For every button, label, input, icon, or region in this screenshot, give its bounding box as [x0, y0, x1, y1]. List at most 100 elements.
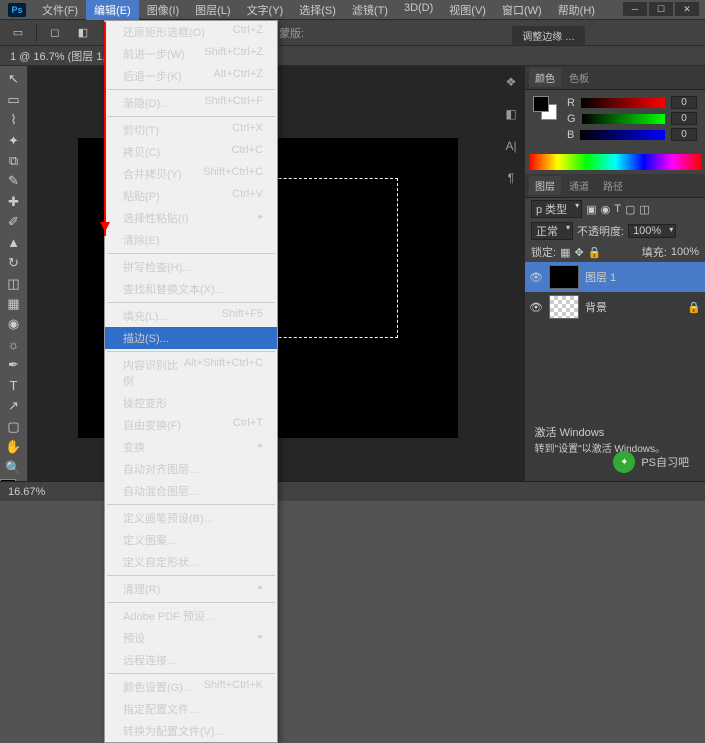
- stamp-tool[interactable]: ▲: [3, 234, 25, 252]
- lasso-tool[interactable]: ⌇: [3, 111, 25, 129]
- selection-add-icon[interactable]: ◧: [73, 23, 93, 43]
- move-tool[interactable]: ↖: [3, 70, 25, 88]
- layer-name[interactable]: 图层 1: [585, 269, 616, 285]
- menu-item[interactable]: 清除(E): [105, 229, 277, 251]
- lock-position-icon[interactable]: ✥: [574, 246, 583, 259]
- wechat-icon: ✦: [613, 451, 635, 473]
- color-tab[interactable]: 颜色: [529, 68, 561, 87]
- menu-图像[interactable]: 图像(I): [139, 0, 187, 20]
- watermark-text: PS自习吧: [641, 454, 689, 470]
- menu-item[interactable]: 指定配置文件...: [105, 698, 277, 720]
- lock-all-icon[interactable]: 🔒: [588, 246, 602, 259]
- activate-windows-title: 激活 Windows: [535, 424, 665, 440]
- gradient-tool[interactable]: ▦: [3, 295, 25, 313]
- menu-item[interactable]: 合并拷贝(Y)Shift+Ctrl+C: [105, 163, 277, 185]
- g-value[interactable]: 0: [671, 112, 697, 125]
- blur-tool[interactable]: ◉: [3, 315, 25, 333]
- r-value[interactable]: 0: [671, 96, 697, 109]
- zoom-level[interactable]: 16.67%: [8, 486, 45, 498]
- menu-item[interactable]: 拷贝(C)Ctrl+C: [105, 141, 277, 163]
- visibility-icon[interactable]: 👁: [529, 271, 543, 284]
- fill-value[interactable]: 100%: [671, 246, 699, 258]
- menu-item[interactable]: 选择性粘贴(I): [105, 207, 277, 229]
- menu-item[interactable]: 前进一步(W)Shift+Ctrl+Z: [105, 43, 277, 65]
- marquee-tool-indicator: ▭: [8, 23, 28, 43]
- hand-tool[interactable]: ✋: [3, 438, 25, 456]
- paragraph-panel-icon[interactable]: ¶: [500, 166, 522, 190]
- eyedropper-tool[interactable]: ✎: [3, 172, 25, 190]
- layer-kind-select[interactable]: p 类型: [531, 200, 582, 218]
- properties-panel-icon[interactable]: ◧: [500, 102, 522, 126]
- wand-tool[interactable]: ✦: [3, 131, 25, 149]
- dodge-tool[interactable]: ☼: [3, 336, 25, 354]
- channels-tab[interactable]: 通道: [563, 176, 595, 195]
- r-slider[interactable]: [581, 98, 665, 108]
- layer-name[interactable]: 背景: [585, 299, 607, 315]
- close-button[interactable]: ✕: [675, 2, 699, 16]
- visibility-icon[interactable]: 👁: [529, 301, 543, 314]
- eraser-tool[interactable]: ◫: [3, 274, 25, 292]
- menu-item[interactable]: 描边(S)...: [105, 327, 277, 349]
- type-tool[interactable]: T: [3, 377, 25, 395]
- menu-item[interactable]: Adobe PDF 预设...: [105, 605, 277, 627]
- blend-mode-layer-select[interactable]: 正常: [531, 222, 573, 240]
- b-label: B: [567, 129, 574, 141]
- menu-item[interactable]: 填充(L)...Shift+F5: [105, 305, 277, 327]
- panel-color-swatches[interactable]: [533, 96, 557, 120]
- menu-item[interactable]: 剪切(T)Ctrl+X: [105, 119, 277, 141]
- menu-编辑[interactable]: 编辑(E): [86, 0, 139, 20]
- zoom-tool[interactable]: 🔍: [3, 458, 25, 476]
- opacity-value[interactable]: 100%: [628, 224, 676, 238]
- layer-row[interactable]: 👁 图层 1: [525, 262, 705, 292]
- menu-item[interactable]: 还原矩形选框(O)Ctrl+Z: [105, 21, 277, 43]
- menu-3D[interactable]: 3D(D): [396, 0, 441, 20]
- menu-文件[interactable]: 文件(F): [34, 0, 86, 20]
- menu-item: 拼写检查(H)...: [105, 256, 277, 278]
- menu-item[interactable]: 操控变形: [105, 392, 277, 414]
- color-spectrum[interactable]: [529, 154, 701, 170]
- menu-窗口[interactable]: 窗口(W): [494, 0, 550, 20]
- history-panel-icon[interactable]: ❖: [500, 70, 522, 94]
- menu-图层[interactable]: 图层(L): [187, 0, 238, 20]
- path-tool[interactable]: ↗: [3, 397, 25, 415]
- layer-row[interactable]: 👁 背景 🔒: [525, 292, 705, 322]
- heal-tool[interactable]: ✚: [3, 193, 25, 211]
- paths-tab[interactable]: 路径: [597, 176, 629, 195]
- character-panel-icon[interactable]: A|: [500, 134, 522, 158]
- menu-item[interactable]: 自由变换(F)Ctrl+T: [105, 414, 277, 436]
- menu-item[interactable]: 粘贴(P)Ctrl+V: [105, 185, 277, 207]
- menu-item[interactable]: 变换: [105, 436, 277, 458]
- menu-文字[interactable]: 文字(Y): [239, 0, 292, 20]
- history-brush-tool[interactable]: ↻: [3, 254, 25, 272]
- layers-tab[interactable]: 图层: [529, 176, 561, 195]
- marquee-tool[interactable]: ▭: [3, 90, 25, 108]
- menu-item[interactable]: 定义画笔预设(B)...: [105, 507, 277, 529]
- refine-edge-button[interactable]: 调整边缘 …: [512, 26, 585, 45]
- menu-item[interactable]: 后退一步(K)Alt+Ctrl+Z: [105, 65, 277, 87]
- menu-帮助[interactable]: 帮助(H): [550, 0, 603, 20]
- menu-滤镜[interactable]: 滤镜(T): [344, 0, 396, 20]
- b-value[interactable]: 0: [671, 128, 697, 141]
- lock-pixels-icon[interactable]: ▦: [560, 246, 570, 259]
- menu-item[interactable]: 转换为配置文件(V)...: [105, 720, 277, 742]
- menu-item[interactable]: 内容识别比例Alt+Shift+Ctrl+C: [105, 354, 277, 392]
- menu-选择[interactable]: 选择(S): [291, 0, 344, 20]
- maximize-button[interactable]: ☐: [649, 2, 673, 16]
- layer-thumbnail: [549, 265, 579, 289]
- shape-tool[interactable]: ▢: [3, 417, 25, 435]
- g-slider[interactable]: [582, 114, 665, 124]
- menu-item[interactable]: 清理(R): [105, 578, 277, 600]
- menu-item[interactable]: 预设: [105, 627, 277, 649]
- menu-item[interactable]: 远程连接...: [105, 649, 277, 671]
- brush-tool[interactable]: ✐: [3, 213, 25, 231]
- swatches-tab[interactable]: 色板: [563, 68, 595, 87]
- menu-视图[interactable]: 视图(V): [441, 0, 494, 20]
- menu-item[interactable]: 定义图案...: [105, 529, 277, 551]
- selection-new-icon[interactable]: ◻: [45, 23, 65, 43]
- menu-item[interactable]: 颜色设置(G)...Shift+Ctrl+K: [105, 676, 277, 698]
- minimize-button[interactable]: ─: [623, 2, 647, 16]
- pen-tool[interactable]: ✒: [3, 356, 25, 374]
- crop-tool[interactable]: ⧉: [3, 152, 25, 170]
- b-slider[interactable]: [580, 130, 665, 140]
- mask-label: 蒙版:: [279, 25, 304, 41]
